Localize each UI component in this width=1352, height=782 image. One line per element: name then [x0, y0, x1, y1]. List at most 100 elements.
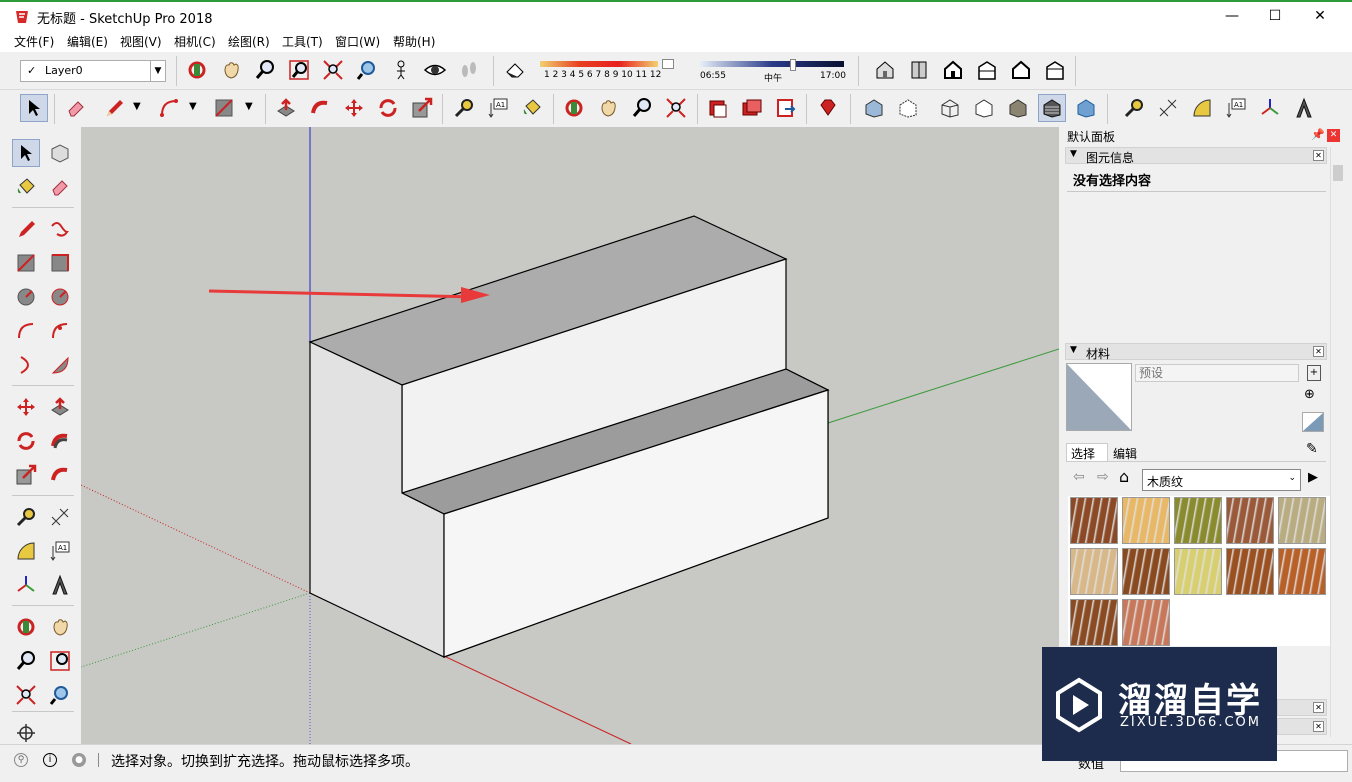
xray-style-icon[interactable] [860, 94, 888, 122]
warehouse-icon[interactable] [704, 94, 732, 122]
model-viewport[interactable] [81, 127, 1059, 744]
material-swatch[interactable] [1174, 548, 1222, 595]
circle-tool-icon[interactable] [12, 283, 40, 311]
rectangle-icon[interactable] [210, 94, 238, 122]
details-arrow-icon[interactable]: ▶ [1308, 470, 1318, 485]
scale-tool-icon[interactable] [12, 461, 40, 489]
menu-view[interactable]: 视图(V) [120, 33, 162, 50]
entity-info-header[interactable]: ▼ 图元信息 ✕ [1065, 147, 1327, 165]
eraser-icon[interactable] [62, 94, 90, 122]
layer-dropdown[interactable]: ✓ Layer0 ▼ [20, 60, 166, 82]
rectangle-tool-icon[interactable] [12, 249, 40, 277]
material-swatch[interactable] [1122, 548, 1170, 595]
move-icon[interactable] [340, 94, 368, 122]
zoom-icon[interactable] [251, 56, 279, 84]
collapsed-panel-close-icon[interactable]: ✕ [1313, 702, 1324, 713]
dimension-tool-icon[interactable] [46, 503, 74, 531]
iso-view-icon[interactable] [871, 56, 899, 84]
collapsed-panel-close-icon[interactable]: ✕ [1313, 721, 1324, 732]
text-label-icon[interactable]: A1 [1222, 94, 1250, 122]
share-model-icon[interactable] [772, 94, 800, 122]
materials-close-icon[interactable]: ✕ [1313, 346, 1324, 357]
info-icon[interactable]: i [43, 753, 57, 767]
offset-tool-icon[interactable] [46, 461, 74, 489]
zoom-tool-icon[interactable] [12, 647, 40, 675]
select-icon[interactable] [20, 94, 48, 122]
hidden-line-style-icon[interactable] [970, 94, 998, 122]
tab-edit[interactable]: 编辑 [1111, 443, 1147, 461]
select-tool-icon[interactable] [12, 139, 40, 167]
material-swatch[interactable] [1226, 497, 1274, 544]
material-swatch[interactable] [1070, 548, 1118, 595]
pan-tool-icon[interactable] [46, 613, 74, 641]
menu-camera[interactable]: 相机(C) [174, 33, 216, 50]
material-name-input[interactable] [1135, 364, 1299, 382]
freehand-tool-icon[interactable] [46, 215, 74, 243]
monochrome-style-icon[interactable] [1072, 94, 1100, 122]
tab-select[interactable]: 选择 [1066, 443, 1108, 461]
material-swatch[interactable] [1174, 497, 1222, 544]
home-icon[interactable]: ⌂ [1119, 467, 1129, 486]
back-view-icon[interactable] [1007, 56, 1035, 84]
position-camera-icon[interactable] [387, 56, 415, 84]
material-swatch[interactable] [1122, 599, 1170, 646]
library-select[interactable]: 木质纹 ⌄ [1142, 469, 1301, 491]
materials-header[interactable]: ▼ 材料 ✕ [1065, 343, 1327, 361]
zoom-window-tool-icon[interactable] [46, 647, 74, 675]
component-icon[interactable] [46, 139, 74, 167]
orbit-icon[interactable] [183, 56, 211, 84]
menu-file[interactable]: 文件(F) [14, 33, 54, 50]
material-swatch[interactable] [1278, 548, 1326, 595]
menu-edit[interactable]: 编辑(E) [67, 33, 108, 50]
previous-view-icon[interactable] [353, 56, 381, 84]
front-view-icon[interactable] [939, 56, 967, 84]
tape-measure-construction-icon[interactable] [1120, 94, 1148, 122]
menu-draw[interactable]: 绘图(R) [228, 33, 270, 50]
panel-scrollbar[interactable] [1330, 147, 1344, 737]
paint-tool-icon[interactable] [12, 173, 40, 201]
look-around-icon[interactable] [421, 56, 449, 84]
maximize-button[interactable]: ☐ [1252, 2, 1298, 30]
two-point-arc-tool-icon[interactable] [46, 317, 74, 345]
right-view-icon[interactable] [973, 56, 1001, 84]
geo-location-icon[interactable]: ⚲ [14, 753, 28, 767]
move-tool-icon[interactable] [12, 393, 40, 421]
material-swatch[interactable] [1278, 497, 1326, 544]
tape-tool-icon[interactable] [12, 503, 40, 531]
three-point-arc-tool-icon[interactable] [12, 351, 40, 379]
minimize-button[interactable]: — [1209, 2, 1255, 30]
3d-text-icon[interactable] [1290, 94, 1318, 122]
material-swatch[interactable] [1070, 599, 1118, 646]
collapsed-panel-header[interactable]: ✕ [1277, 699, 1327, 716]
zoom-large-icon[interactable] [628, 94, 656, 122]
follow-me-icon[interactable] [306, 94, 334, 122]
axes-icon[interactable] [1256, 94, 1284, 122]
protractor-icon[interactable] [1188, 94, 1216, 122]
rotated-rectangle-tool-icon[interactable] [46, 249, 74, 277]
orbit-large-icon[interactable] [560, 94, 588, 122]
menu-help[interactable]: 帮助(H) [393, 33, 435, 50]
rotate-tool-icon[interactable] [12, 427, 40, 455]
shaded-textures-style-icon[interactable] [1038, 94, 1066, 122]
zoom-extents-tool-icon[interactable] [12, 681, 40, 709]
dimension-icon[interactable] [1154, 94, 1182, 122]
previous-view-tool-icon[interactable] [46, 681, 74, 709]
left-view-icon[interactable] [1041, 56, 1069, 84]
material-swatch[interactable] [1226, 548, 1274, 595]
pan-icon[interactable] [217, 56, 245, 84]
line-dropdown-chevron-icon[interactable]: ▼ [133, 101, 141, 112]
back-arrow-icon[interactable]: ⇦ [1073, 469, 1085, 485]
close-button[interactable]: ✕ [1297, 2, 1343, 30]
text-icon[interactable]: A1 [484, 94, 512, 122]
orbit-tool-icon[interactable] [12, 613, 40, 641]
arc-dropdown-chevron-icon[interactable]: ▼ [189, 101, 197, 112]
sample-paint-icon[interactable]: ⊕ [1304, 387, 1324, 405]
3d-text-tool-icon[interactable] [46, 571, 74, 599]
line-icon[interactable] [100, 94, 128, 122]
shape-dropdown-chevron-icon[interactable]: ▼ [245, 101, 253, 112]
text-tool-icon[interactable]: A1 [46, 537, 74, 565]
follow-me-tool-icon[interactable] [46, 427, 74, 455]
protractor-tool-icon[interactable] [12, 537, 40, 565]
push-pull-icon[interactable] [272, 94, 300, 122]
user-icon[interactable]: ● [72, 753, 86, 767]
